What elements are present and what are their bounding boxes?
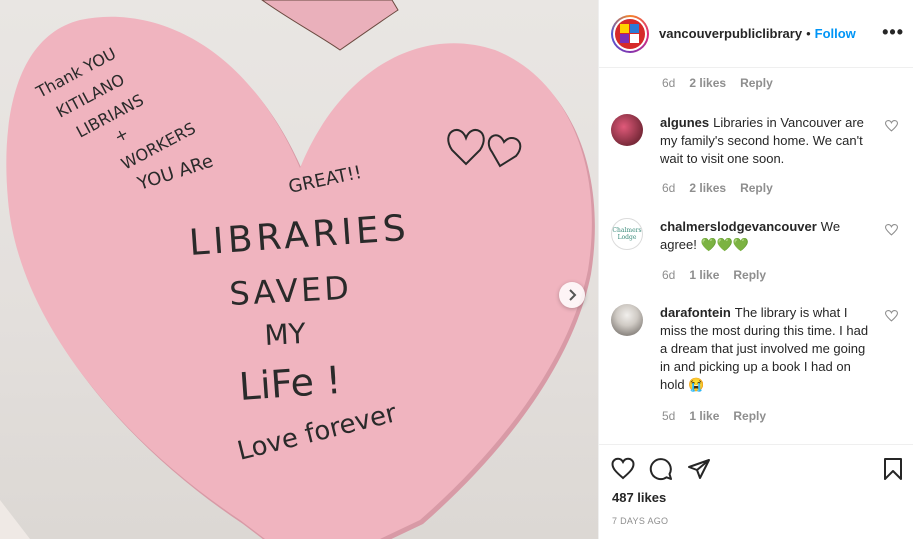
commenter-username[interactable]: algunes	[660, 115, 709, 130]
comment-meta: 6d 2 likes Reply	[662, 76, 773, 90]
library-logo-icon	[615, 18, 645, 49]
bookmark-icon[interactable]	[882, 457, 904, 481]
commenter-avatar[interactable]	[611, 304, 643, 336]
comment-item: Chalmers Lodge chalmerslodgevancouver We …	[611, 218, 906, 254]
comment-meta: 6d 1 like Reply	[662, 268, 766, 282]
like-comment-heart-icon[interactable]	[885, 310, 898, 322]
comment-body: darafontein The library is what I miss th…	[660, 304, 872, 394]
comment-meta: 5d 1 like Reply	[662, 409, 766, 423]
like-heart-icon[interactable]	[611, 457, 635, 481]
post-timestamp: 7 DAYS AGO	[612, 516, 669, 526]
account-username[interactable]: vancouverpubliclibrary	[659, 26, 802, 41]
chevron-right-icon	[569, 289, 577, 301]
post-likes-count[interactable]: 487 likes	[612, 490, 666, 505]
comment-body: algunes Libraries in Vancouver are my fam…	[660, 114, 872, 168]
action-icons	[611, 457, 711, 481]
pink-heart-note: Thank YOU KITILANO LIBRIANS + WORKERS YO…	[0, 0, 595, 539]
reply-button[interactable]: Reply	[733, 409, 766, 423]
post-photo[interactable]: Thank YOU KITILANO LIBRIANS + WORKERS YO…	[0, 0, 598, 539]
comment-item: darafontein The library is what I miss th…	[611, 304, 906, 394]
instagram-post: Thank YOU KITILANO LIBRIANS + WORKERS YO…	[0, 0, 913, 539]
note-line: LiFe !	[238, 358, 343, 409]
reply-button[interactable]: Reply	[740, 76, 773, 90]
comments-list[interactable]: 6d 2 likes Reply algunes Libraries in Van…	[599, 68, 913, 444]
follow-button[interactable]: Follow	[815, 26, 856, 41]
comment-body: chalmerslodgevancouver We agree! 💚💚💚	[660, 218, 872, 254]
comment-likes[interactable]: 1 like	[689, 268, 719, 282]
comment-meta: 6d 2 likes Reply	[662, 181, 773, 195]
comment-time: 6d	[662, 76, 676, 90]
comment-time: 6d	[662, 181, 676, 195]
comment-time: 6d	[662, 268, 676, 282]
comment-time: 5d	[662, 409, 676, 423]
avatar-logo-text: Chalmers Lodge	[612, 227, 642, 241]
post-actions: 487 likes 7 DAYS AGO	[599, 444, 913, 539]
post-side-panel: vancouverpubliclibrary • Follow ••• 6d 2…	[598, 0, 913, 539]
commenter-username[interactable]: chalmerslodgevancouver	[660, 219, 817, 234]
reply-button[interactable]: Reply	[733, 268, 766, 282]
comment-bubble-icon[interactable]	[649, 457, 673, 481]
share-paper-plane-icon[interactable]	[687, 457, 711, 481]
more-options-button[interactable]: •••	[882, 22, 904, 43]
commenter-avatar[interactable]: Chalmers Lodge	[611, 218, 643, 250]
comment-likes[interactable]: 1 like	[689, 409, 719, 423]
note-line: SAVED	[228, 269, 352, 313]
reply-button[interactable]: Reply	[740, 181, 773, 195]
comment-likes[interactable]: 2 likes	[689, 181, 726, 195]
post-header: vancouverpubliclibrary • Follow •••	[599, 0, 913, 68]
note-line: MY	[264, 317, 308, 352]
comment-item: algunes Libraries in Vancouver are my fam…	[611, 114, 906, 168]
separator-dot: •	[806, 26, 811, 41]
next-photo-button[interactable]	[559, 282, 585, 308]
account-avatar[interactable]	[611, 14, 649, 53]
like-comment-heart-icon[interactable]	[885, 120, 898, 132]
comment-likes[interactable]: 2 likes	[689, 76, 726, 90]
commenter-username[interactable]: darafontein	[660, 305, 731, 320]
like-comment-heart-icon[interactable]	[885, 224, 898, 236]
commenter-avatar[interactable]	[611, 114, 643, 146]
